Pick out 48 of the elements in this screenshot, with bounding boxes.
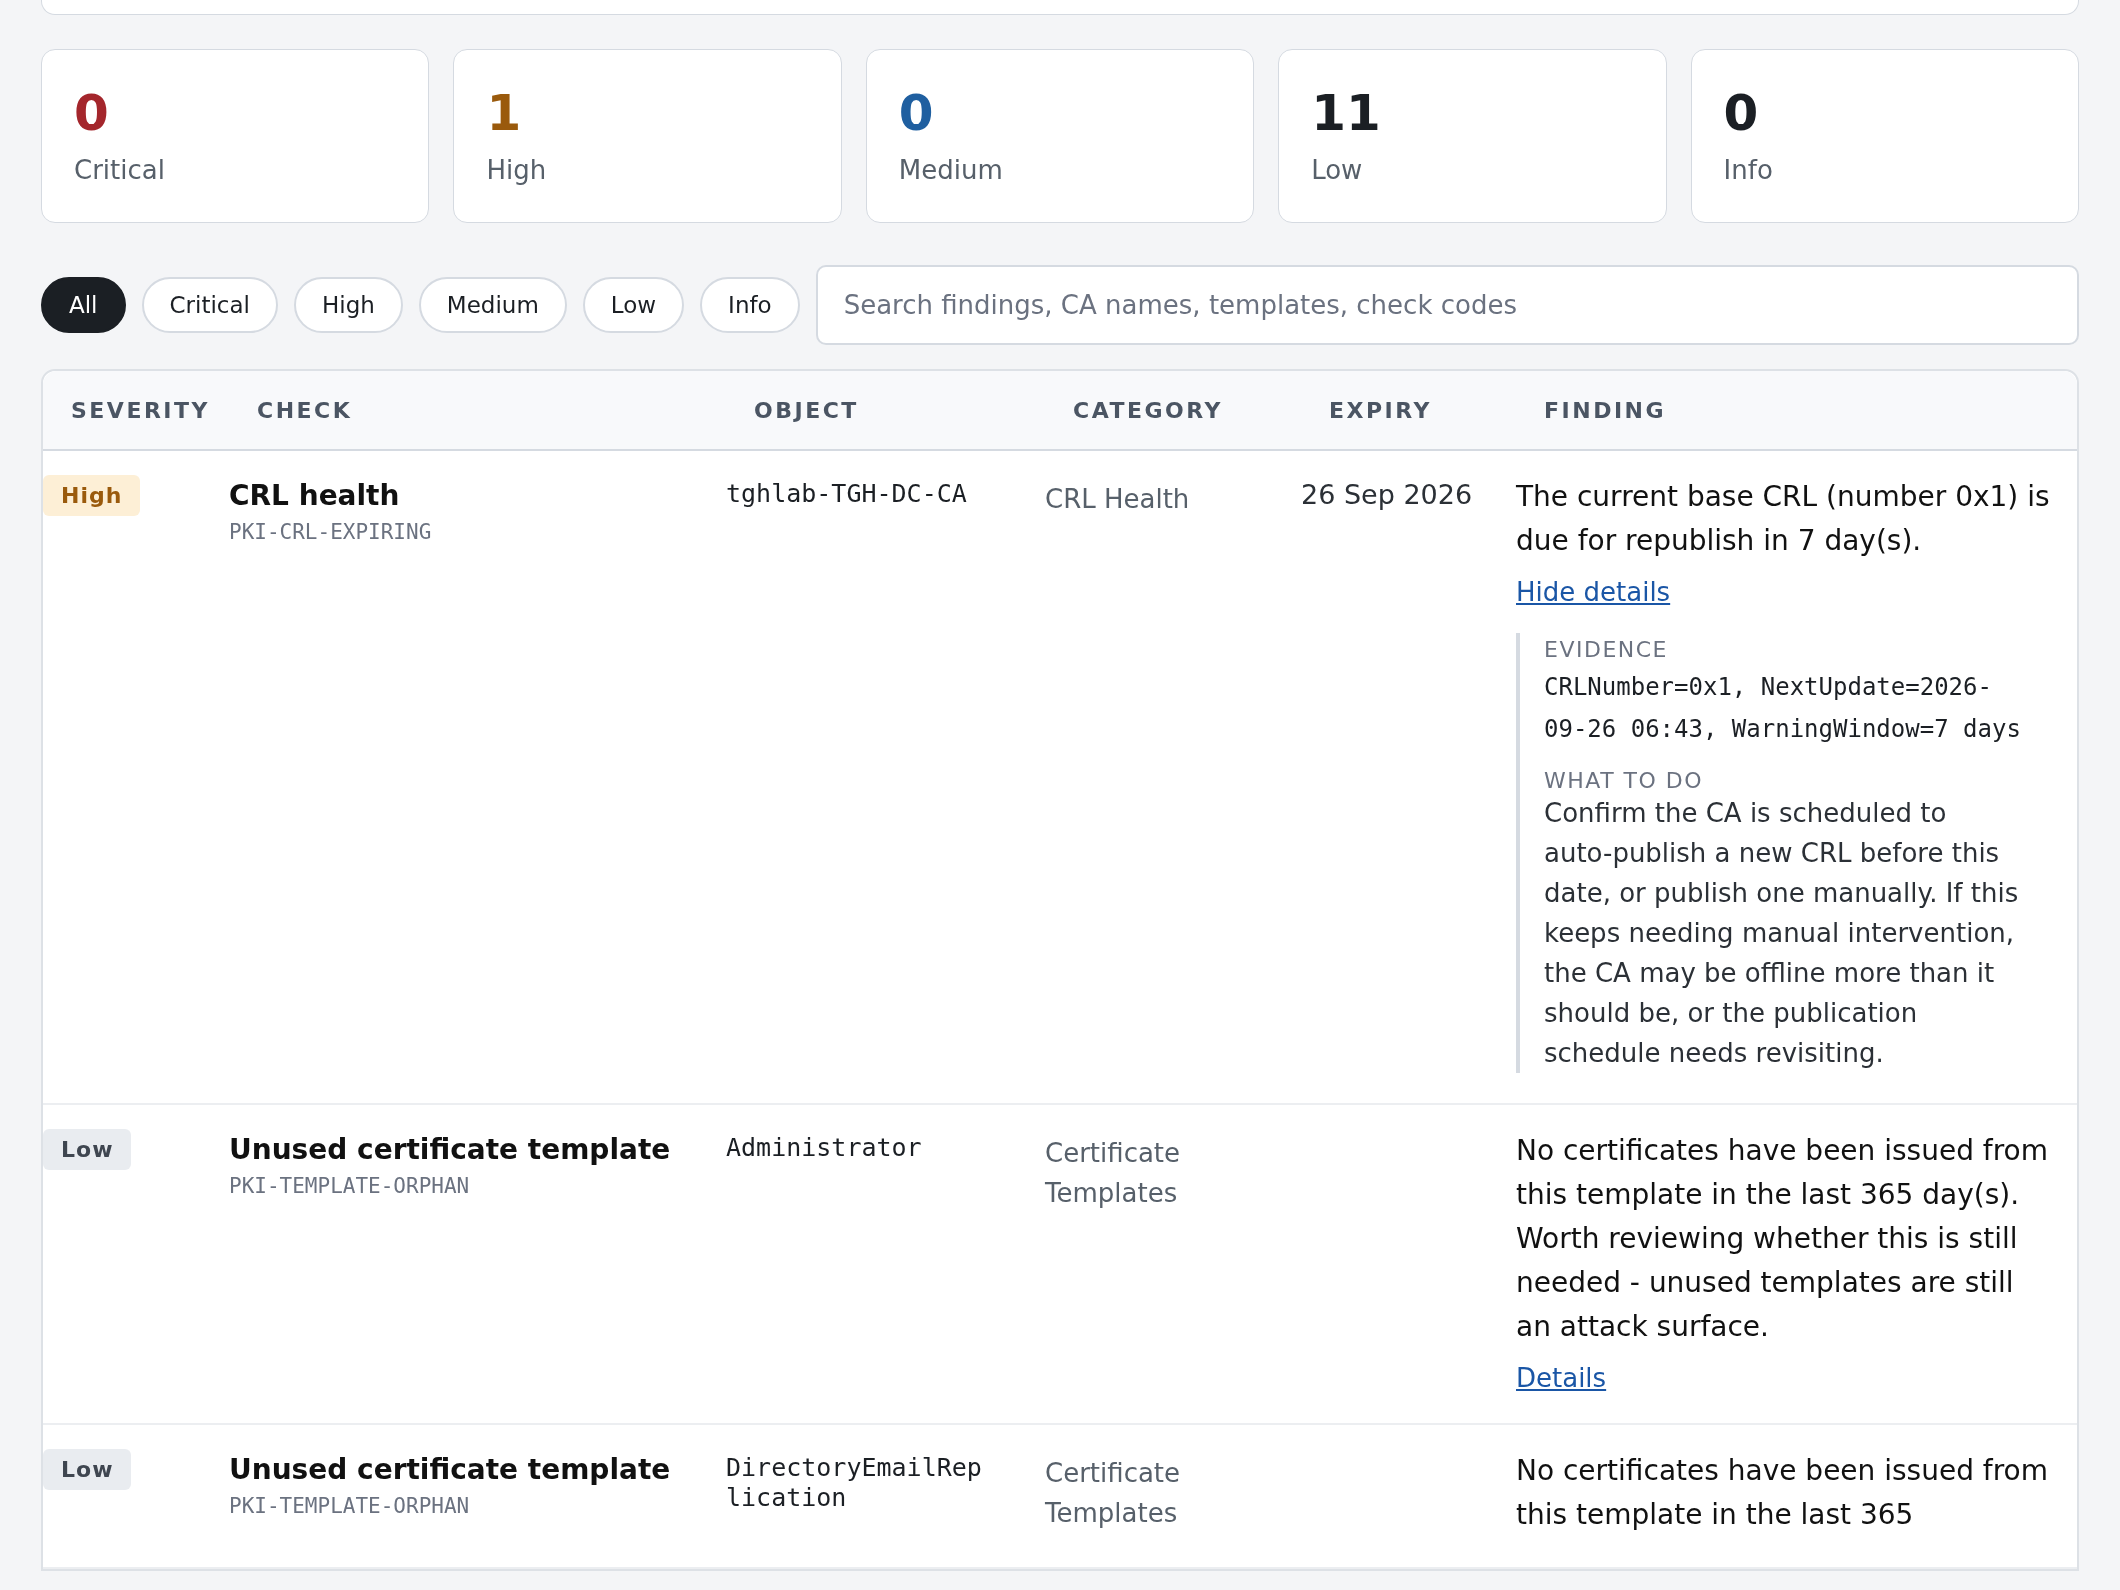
severity-badge: Low bbox=[43, 1449, 132, 1490]
finding-text: No certificates have been issued from this template in the last 365 day(s). Worth reviewing whether this is still needed - unused templates are still an attack surface. bbox=[1516, 1133, 2049, 1345]
details-link[interactable]: Details bbox=[1516, 1363, 1607, 1393]
category-text: CRL Health bbox=[1045, 484, 1190, 514]
column-header: CHECK bbox=[257, 397, 354, 423]
finding-text: No certificates have been issued from this template in the last 365 bbox=[1516, 1453, 2049, 1533]
check-title: Unused certificate template bbox=[229, 1133, 672, 1166]
column-header: EXPIRY bbox=[1329, 397, 1433, 423]
category-text: Certificate Templates bbox=[1045, 1138, 1181, 1209]
action-label: WHAT TO DO bbox=[1544, 768, 1705, 793]
stat-count: 0 bbox=[74, 86, 110, 141]
finding-text: The current base CRL (number 0x1) is due for republish in 7 day(s). bbox=[1516, 479, 2051, 559]
stat-label: Medium bbox=[898, 155, 1004, 185]
stat-label: High bbox=[486, 155, 548, 185]
details-link[interactable]: Hide details bbox=[1516, 577, 1671, 607]
stat-count: 11 bbox=[1311, 86, 1382, 141]
filter-chip[interactable]: Low bbox=[582, 277, 685, 333]
stat-count: 0 bbox=[898, 86, 935, 141]
stat-label: Low bbox=[1311, 155, 1364, 185]
column-header: SEVERITY bbox=[71, 397, 211, 423]
category-text: Certificate Templates bbox=[1045, 1458, 1181, 1529]
expiry-date: 26 Sep 2026 bbox=[1301, 479, 1473, 510]
column-header: CATEGORY bbox=[1073, 397, 1224, 423]
stat-label: Info bbox=[1723, 155, 1774, 185]
filter-chip[interactable]: High bbox=[293, 277, 403, 333]
check-code: PKI-TEMPLATE-ORPHAN bbox=[229, 1494, 471, 1518]
check-code: PKI-CRL-EXPIRING bbox=[229, 520, 433, 544]
filter-chip[interactable]: All bbox=[41, 277, 126, 333]
object-name: Administrator bbox=[726, 1132, 923, 1163]
severity-badge: High bbox=[43, 475, 141, 516]
stat-count: 1 bbox=[486, 86, 523, 141]
column-header: OBJECT bbox=[754, 397, 860, 423]
evidence-text: CRLNumber=0x1, NextUpdate=2026-09-26 06:43, WarningWindow=7 days bbox=[1544, 672, 2022, 745]
search-field[interactable]: Search findings, CA names, templates, check codes bbox=[815, 265, 2079, 345]
check-code: PKI-TEMPLATE-ORPHAN bbox=[229, 1174, 471, 1198]
filter-chip[interactable]: Info bbox=[700, 277, 800, 333]
object-name: tghlab-TGH-DC-CA bbox=[726, 478, 968, 509]
column-header: FINDING bbox=[1544, 397, 1668, 423]
check-title: CRL health bbox=[229, 479, 401, 512]
check-title: Unused certificate template bbox=[229, 1453, 672, 1486]
action-text: Confirm the CA is scheduled to auto-publish a new CRL before this date, or publish one manually. If this keeps needing manual intervention, the CA may be offline more than it should be, or the publication schedule needs revisiting. bbox=[1544, 797, 2020, 1070]
stat-label: Critical bbox=[74, 155, 166, 185]
filter-chip[interactable]: Medium bbox=[418, 277, 567, 333]
severity-badge: Low bbox=[43, 1129, 132, 1170]
evidence-label: EVIDENCE bbox=[1544, 637, 1669, 662]
stat-count: 0 bbox=[1723, 86, 1760, 141]
object-name: DirectoryEmailReplication bbox=[726, 1452, 983, 1513]
filter-chip[interactable]: Critical bbox=[141, 277, 278, 333]
